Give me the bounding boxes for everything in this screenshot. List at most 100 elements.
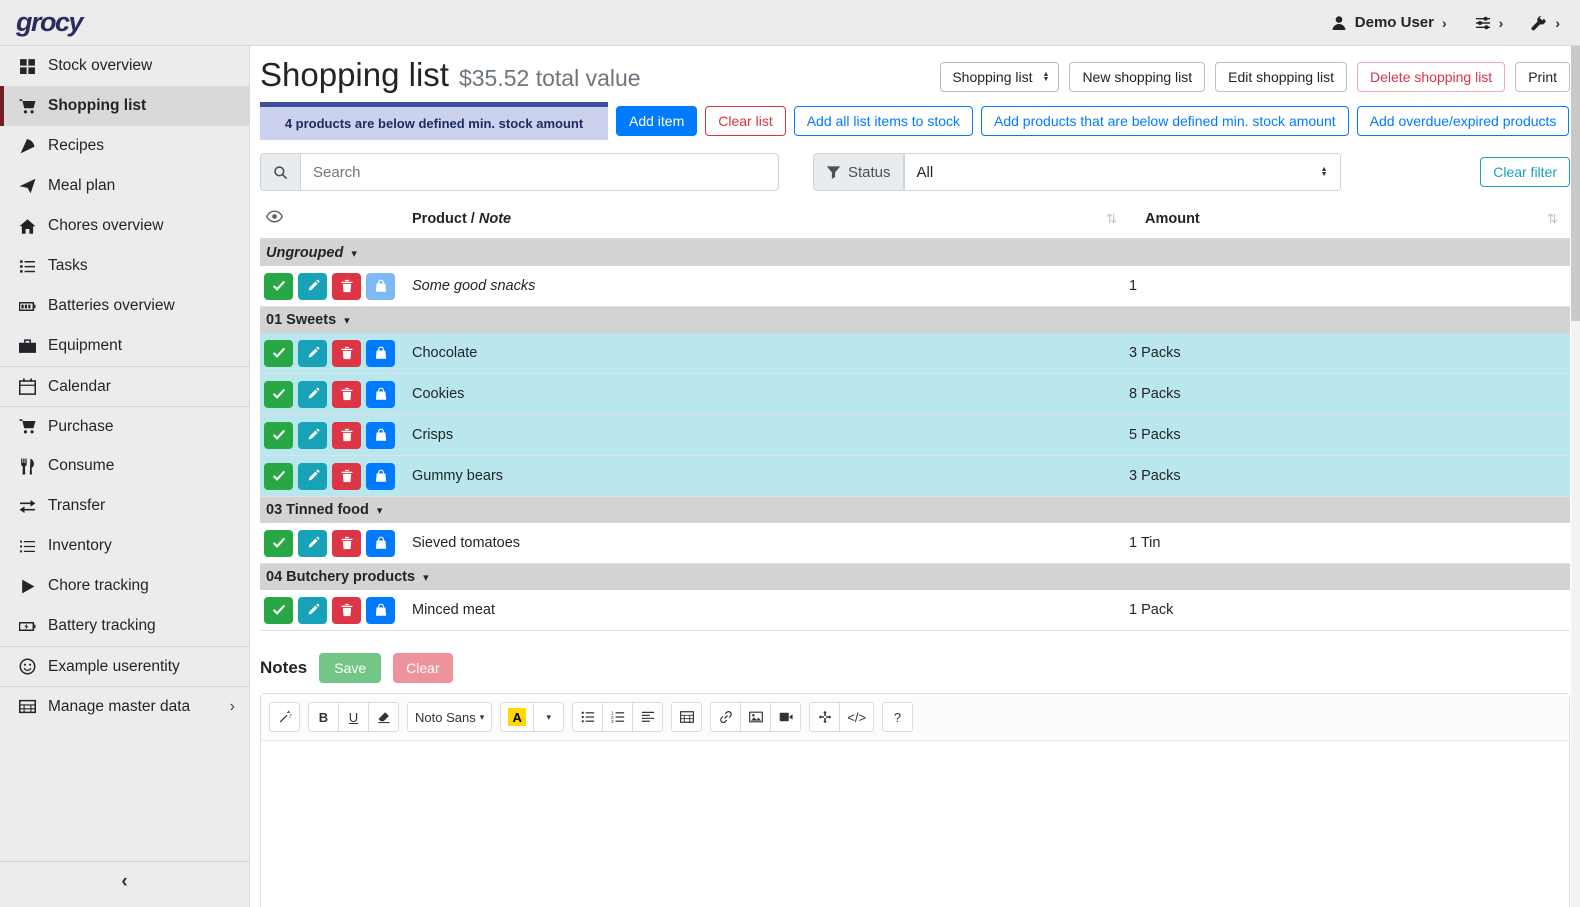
sidebar-item-shopping-list[interactable]: Shopping list bbox=[0, 86, 249, 126]
row-done-button[interactable] bbox=[264, 340, 293, 367]
column-product-note[interactable]: Product / Note ⇅ bbox=[410, 211, 1129, 227]
row-done-button[interactable] bbox=[264, 463, 293, 490]
ordered-list-button[interactable] bbox=[602, 702, 633, 732]
add-item-button[interactable]: Add item bbox=[616, 106, 697, 136]
sidebar-item-purchase[interactable]: Purchase bbox=[0, 406, 249, 446]
add-overdue-button[interactable]: Add overdue/expired products bbox=[1357, 106, 1570, 136]
row-delete-button[interactable] bbox=[332, 597, 361, 624]
row-add-to-stock-button[interactable] bbox=[366, 273, 395, 300]
row-delete-button[interactable] bbox=[332, 422, 361, 449]
toggle-done-visibility-eye-icon[interactable] bbox=[266, 208, 283, 225]
shopping-list-select[interactable]: Shopping list bbox=[940, 62, 1059, 92]
row-delete-button[interactable] bbox=[332, 530, 361, 557]
insert-link-button[interactable] bbox=[710, 702, 741, 732]
sort-icon[interactable]: ⇅ bbox=[1106, 211, 1117, 227]
app-logo: grocy bbox=[16, 7, 82, 38]
text-color-dropdown[interactable]: ▾ bbox=[533, 702, 564, 732]
bold-button[interactable]: B bbox=[308, 702, 339, 732]
code-view-button[interactable]: </> bbox=[839, 702, 874, 732]
sidebar-item-recipes[interactable]: Recipes bbox=[0, 126, 249, 166]
underline-button[interactable]: U bbox=[338, 702, 369, 732]
scrollbar-thumb[interactable] bbox=[1571, 46, 1580, 321]
notes-editor[interactable] bbox=[261, 741, 1569, 907]
sidebar-item-batteries-overview[interactable]: Batteries overview bbox=[0, 286, 249, 326]
align-left-icon bbox=[641, 710, 655, 724]
print-button[interactable]: Print bbox=[1515, 62, 1570, 92]
row-done-button[interactable] bbox=[264, 381, 293, 408]
column-amount[interactable]: Amount ⇅ bbox=[1129, 211, 1570, 227]
sort-icon[interactable]: ⇅ bbox=[1547, 211, 1558, 227]
below-min-stock-alert[interactable]: 4 products are below defined min. stock … bbox=[260, 102, 608, 140]
row-edit-button[interactable] bbox=[298, 340, 327, 367]
new-shopping-list-button[interactable]: New shopping list bbox=[1069, 62, 1205, 92]
unordered-list-button[interactable] bbox=[572, 702, 603, 732]
fullscreen-button[interactable] bbox=[809, 702, 840, 732]
insert-table-button[interactable] bbox=[671, 702, 702, 732]
group-header-sweets[interactable]: 01 Sweets ▾ bbox=[260, 307, 1570, 333]
row-done-button[interactable] bbox=[264, 422, 293, 449]
row-edit-button[interactable] bbox=[298, 422, 327, 449]
sidebar-item-example-userentity[interactable]: Example userentity bbox=[0, 646, 249, 686]
topbar-menus: Demo User › › › bbox=[1331, 14, 1560, 31]
row-delete-button[interactable] bbox=[332, 340, 361, 367]
sidebar-item-meal-plan[interactable]: Meal plan bbox=[0, 166, 249, 206]
sidebar-item-manage-master-data[interactable]: Manage master data › bbox=[0, 686, 249, 726]
sidebar-item-inventory[interactable]: Inventory bbox=[0, 526, 249, 566]
status-filter-select[interactable]: All bbox=[904, 153, 1341, 191]
sidebar-item-chores-overview[interactable]: Chores overview bbox=[0, 206, 249, 246]
magic-style-button[interactable] bbox=[269, 702, 300, 732]
row-done-button[interactable] bbox=[264, 273, 293, 300]
font-family-select[interactable]: Noto Sans ▾ bbox=[407, 702, 492, 732]
row-add-to-stock-button[interactable] bbox=[366, 381, 395, 408]
row-delete-button[interactable] bbox=[332, 273, 361, 300]
sidebar-item-equipment[interactable]: Equipment bbox=[0, 326, 249, 366]
row-done-button[interactable] bbox=[264, 597, 293, 624]
row-add-to-stock-button[interactable] bbox=[366, 530, 395, 557]
sidebar-item-stock-overview[interactable]: Stock overview bbox=[0, 46, 249, 86]
user-menu[interactable]: Demo User › bbox=[1331, 14, 1447, 31]
row-add-to-stock-button[interactable] bbox=[366, 463, 395, 490]
search-input[interactable] bbox=[301, 153, 779, 191]
group-header-tinned-food[interactable]: 03 Tinned food ▾ bbox=[260, 497, 1570, 523]
row-edit-button[interactable] bbox=[298, 530, 327, 557]
row-edit-button[interactable] bbox=[298, 273, 327, 300]
clear-formatting-button[interactable] bbox=[368, 702, 399, 732]
row-add-to-stock-button[interactable] bbox=[366, 340, 395, 367]
table-row: Chocolate 3 Packs bbox=[260, 333, 1570, 374]
vertical-scrollbar[interactable] bbox=[1571, 46, 1580, 907]
row-edit-button[interactable] bbox=[298, 597, 327, 624]
clear-filter-button[interactable]: Clear filter bbox=[1480, 157, 1570, 187]
sidebar-item-tasks[interactable]: Tasks bbox=[0, 246, 249, 286]
row-delete-button[interactable] bbox=[332, 381, 361, 408]
sidebar-item-calendar[interactable]: Calendar bbox=[0, 366, 249, 406]
clear-list-button[interactable]: Clear list bbox=[705, 106, 785, 136]
group-header-ungrouped[interactable]: Ungrouped ▾ bbox=[260, 240, 1570, 266]
sidebar-item-chore-tracking[interactable]: Chore tracking bbox=[0, 566, 249, 606]
help-button[interactable]: ? bbox=[882, 702, 913, 732]
add-all-to-stock-button[interactable]: Add all list items to stock bbox=[794, 106, 973, 136]
edit-shopping-list-button[interactable]: Edit shopping list bbox=[1215, 62, 1347, 92]
paragraph-align-button[interactable] bbox=[632, 702, 663, 732]
notes-save-button[interactable]: Save bbox=[319, 653, 381, 683]
sidebar-item-transfer[interactable]: Transfer bbox=[0, 486, 249, 526]
row-done-button[interactable] bbox=[264, 530, 293, 557]
sidebar-collapse-button[interactable]: ‹ bbox=[0, 861, 249, 901]
settings-menu[interactable]: › bbox=[1475, 15, 1504, 31]
notes-clear-button[interactable]: Clear bbox=[393, 653, 452, 683]
row-edit-button[interactable] bbox=[298, 463, 327, 490]
row-add-to-stock-button[interactable] bbox=[366, 597, 395, 624]
user-name: Demo User bbox=[1355, 14, 1434, 31]
insert-video-button[interactable] bbox=[770, 702, 801, 732]
group-header-butchery-products[interactable]: 04 Butchery products ▾ bbox=[260, 564, 1570, 590]
text-color-button[interactable]: A bbox=[500, 702, 534, 732]
sidebar-item-battery-tracking[interactable]: Battery tracking bbox=[0, 606, 249, 646]
sidebar-item-consume[interactable]: Consume bbox=[0, 446, 249, 486]
delete-shopping-list-button[interactable]: Delete shopping list bbox=[1357, 62, 1505, 92]
row-add-to-stock-button[interactable] bbox=[366, 422, 395, 449]
row-edit-button[interactable] bbox=[298, 381, 327, 408]
admin-menu[interactable]: › bbox=[1531, 15, 1560, 31]
row-delete-button[interactable] bbox=[332, 463, 361, 490]
table-row: Crisps 5 Packs bbox=[260, 415, 1570, 456]
add-below-min-stock-button[interactable]: Add products that are below defined min.… bbox=[981, 106, 1349, 136]
insert-picture-button[interactable] bbox=[740, 702, 771, 732]
